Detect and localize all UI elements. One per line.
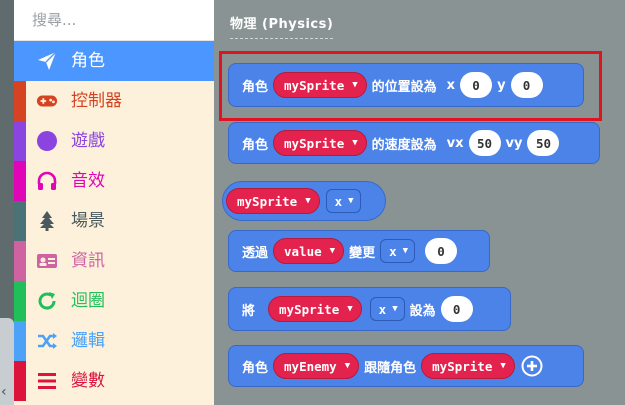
highlight-box [219,51,602,121]
category-info[interactable]: 資訊 [14,241,214,281]
property-name: x [334,193,343,209]
block-text: 角色 [242,137,269,153]
refresh-icon [36,290,58,312]
category-scene[interactable]: 場景 [14,201,214,241]
vy-input[interactable]: 50 [527,130,560,156]
variable-dropdown[interactable]: myEnemy ▼ [273,353,360,379]
property-name: x [378,301,387,317]
category-color-bar [14,201,26,241]
category-logic[interactable]: 邏輯 [14,321,214,361]
variable-dropdown[interactable]: mySprite ▼ [268,296,362,322]
variable-dropdown[interactable]: value ▼ [273,238,345,264]
variable-name: mySprite [432,358,493,374]
category-label: 音效 [71,171,105,191]
category-color-bar [14,121,26,161]
sprite-property-reporter[interactable]: mySprite ▼ x ▼ [222,181,386,221]
dropdown-arrow-icon: ▼ [500,361,506,371]
variable-name: value [284,243,322,259]
category-label: 場景 [71,211,105,231]
plus-circle-icon[interactable] [521,355,543,377]
dropdown-arrow-icon: ▼ [329,246,336,256]
category-color-bar [14,361,26,401]
category-color-bar [14,161,26,201]
property-dropdown[interactable]: x ▼ [325,189,361,213]
dropdown-arrow-icon: ▼ [348,196,354,206]
category-game[interactable]: 遊戲 [14,121,214,161]
block-text: 的速度設為 [371,137,437,153]
dropdown-arrow-icon: ▼ [392,304,398,314]
category-controller[interactable]: 控制器 [14,81,214,121]
block-text: 將 [242,303,256,319]
block-text: 透過 [242,245,269,261]
value-input[interactable]: 0 [440,296,473,322]
variable-name: mySprite [279,301,340,317]
dropdown-arrow-icon: ▼ [402,246,409,256]
property-dropdown[interactable]: x ▼ [380,239,416,263]
search-bar [14,0,228,41]
shuffle-icon [36,330,58,352]
vy-label: vy [505,135,523,151]
section-title: 物理 (Physics) [230,13,334,39]
category-variables[interactable]: 變數 [14,361,214,401]
chevron-left-icon[interactable]: ‹ [1,384,7,400]
category-label: 迴圈 [71,291,105,311]
variable-name: myEnemy [284,358,337,374]
vx-label: vx [446,135,464,151]
property-dropdown[interactable]: x ▼ [369,297,405,321]
category-color-bar [14,41,26,81]
block-text: 變更 [349,245,376,261]
target-dropdown[interactable]: mySprite ▼ [421,353,515,379]
category-color-bar [14,241,26,281]
paper-plane-icon [36,50,58,72]
category-label: 角色 [71,51,105,71]
property-name: x [389,243,397,259]
category-label: 邏輯 [71,331,105,351]
category-label: 控制器 [71,91,122,111]
category-loops[interactable]: 迴圈 [14,281,214,321]
dropdown-arrow-icon: ▼ [352,138,358,148]
category-color-bar [14,81,26,121]
category-label: 資訊 [71,251,105,271]
variable-dropdown[interactable]: mySprite ▼ [273,130,367,156]
category-label: 遊戲 [71,131,105,151]
category-music[interactable]: 音效 [14,161,214,201]
variable-name: mySprite [237,193,298,209]
category-sprites[interactable]: 角色 [14,41,214,81]
change-by-block[interactable]: 透過 value ▼ 變更 x ▼ 0 [228,230,490,272]
follow-block[interactable]: 角色 myEnemy ▼ 跟隨角色 mySprite ▼ [228,345,584,387]
block-text: 跟隨角色 [364,360,417,376]
variable-dropdown[interactable]: mySprite ▼ [226,188,320,214]
id-card-icon [36,250,58,272]
list-icon [36,370,58,392]
block-text: 設為 [409,303,436,319]
set-property-block[interactable]: 將 mySprite ▼ x ▼ 設為 0 [228,287,511,331]
category-label: 變數 [71,371,105,391]
headphones-icon [36,170,58,192]
circle-icon [36,130,58,152]
block-text: 角色 [242,360,269,376]
dropdown-arrow-icon: ▼ [305,196,311,206]
variable-name: mySprite [284,135,345,151]
toolbox: 角色 控制器 遊戲 音效 場景 資訊 [14,0,228,405]
category-color-bar [14,321,26,361]
gamepad-icon [36,90,58,112]
value-input[interactable]: 0 [425,238,458,264]
category-color-bar [14,281,26,321]
set-velocity-block[interactable]: 角色 mySprite ▼ 的速度設為 vx 50 vy 50 [228,122,600,164]
tree-icon [36,210,58,232]
dropdown-arrow-icon: ▼ [344,361,351,371]
dropdown-arrow-icon: ▼ [347,304,353,314]
vx-input[interactable]: 50 [468,130,501,156]
search-input[interactable] [30,10,228,30]
